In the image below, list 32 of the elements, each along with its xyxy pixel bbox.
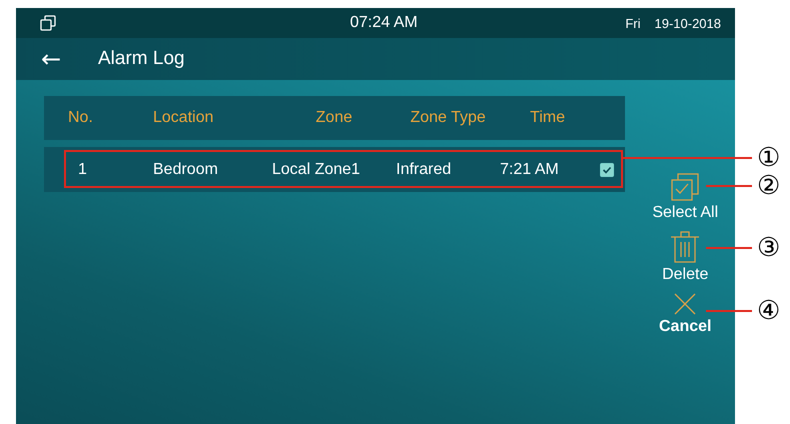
callout-number: ④ (757, 296, 780, 326)
callout-number: ① (757, 143, 780, 173)
leader-line (706, 310, 752, 312)
column-header: Zone (316, 109, 352, 127)
page-title: Alarm Log (98, 48, 185, 70)
callout-number: ② (757, 171, 780, 201)
select-all-button[interactable]: Select All (652, 172, 718, 222)
delete-button[interactable]: Delete (662, 230, 708, 284)
column-header: Zone Type (410, 109, 486, 127)
table-cell: Infrared (396, 160, 452, 178)
leader-line (706, 247, 752, 249)
table-cell: 7:21 AM (500, 160, 559, 178)
status-time: 07:24 AM (350, 14, 418, 32)
leader-line (706, 185, 752, 187)
checkbox[interactable] (600, 162, 614, 176)
checkbox-stack-icon (670, 172, 700, 202)
table-cell: Bedroom (153, 160, 218, 178)
column-header: Time (530, 109, 565, 127)
column-header: No. (68, 109, 93, 127)
table-row[interactable]: 1 Bedroom Local Zone1 Infrared 7:21 AM (44, 147, 626, 192)
back-button[interactable]: ← (38, 47, 64, 71)
windows-icon[interactable] (40, 15, 56, 31)
column-header: Location (153, 109, 214, 127)
table-cell-text: 1 (77, 160, 87, 178)
check-icon (602, 164, 612, 174)
status-date: 19-10-2018 (654, 16, 721, 30)
close-icon (673, 292, 698, 316)
trash-icon (670, 230, 700, 264)
cancel-button[interactable]: Cancel (658, 292, 712, 336)
table-cell: Local Zone1 (272, 160, 360, 178)
status-day: Fri (625, 16, 640, 30)
callout-number: ③ (757, 233, 780, 263)
